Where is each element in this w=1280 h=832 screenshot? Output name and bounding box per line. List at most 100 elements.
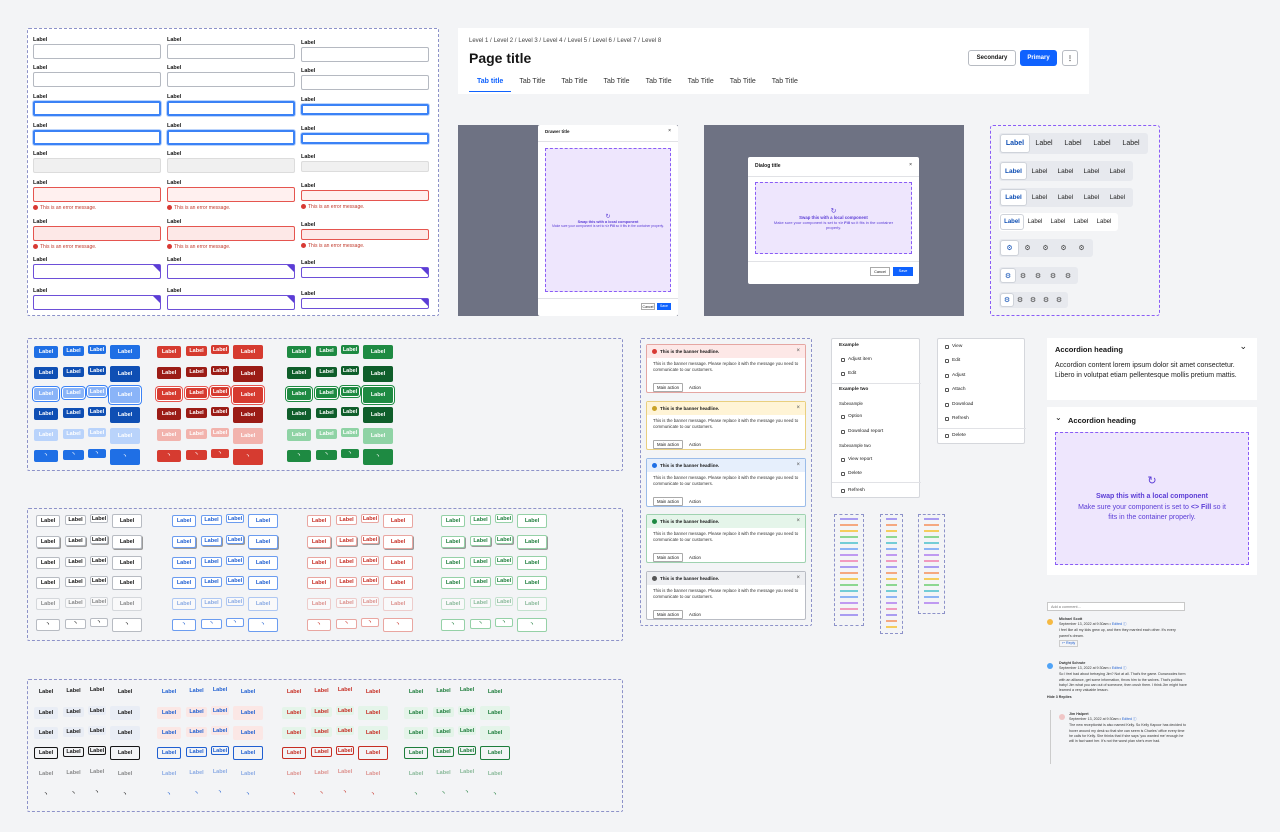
label-button[interactable]: Label [65, 536, 86, 546]
label-button[interactable]: Label [201, 557, 222, 567]
label-button[interactable]: Label [383, 556, 413, 570]
label-button[interactable]: Label [110, 387, 140, 403]
label-button[interactable]: Label [316, 367, 337, 377]
loading-button[interactable]: ◝ [458, 788, 476, 797]
label-button[interactable]: Label [311, 747, 332, 757]
label-button[interactable]: Label [110, 345, 140, 359]
menu-item[interactable]: Attach [945, 387, 966, 392]
gear-icon[interactable]: ⚙ [1037, 241, 1054, 255]
label-button[interactable]: Label [65, 598, 86, 608]
label-button[interactable]: Label [336, 515, 357, 525]
text-input[interactable] [301, 229, 429, 240]
label-button[interactable]: Label [34, 727, 58, 739]
label-button[interactable]: Label [186, 429, 207, 439]
text-input[interactable] [301, 161, 429, 172]
loading-button[interactable]: ◝ [316, 450, 337, 460]
label-button[interactable]: Label [287, 367, 311, 379]
action-link[interactable]: Action [689, 385, 701, 390]
menu-item[interactable]: Refresh [841, 488, 865, 493]
text-input[interactable] [167, 101, 295, 116]
label-button[interactable]: Label [211, 366, 229, 375]
label-button[interactable]: Label [63, 707, 84, 717]
label-button[interactable]: Label [211, 407, 229, 416]
label-button[interactable]: Label [233, 706, 263, 720]
label-button[interactable]: Label [211, 685, 229, 694]
label-button[interactable]: Label [311, 686, 332, 696]
label-button[interactable]: Label [287, 408, 311, 420]
label-button[interactable]: Label [441, 577, 465, 589]
label-button[interactable]: Label [336, 767, 354, 776]
label-button[interactable]: Label [157, 346, 181, 358]
gear-icon[interactable]: ⚙ [1053, 294, 1065, 306]
close-icon[interactable]: × [796, 348, 800, 354]
cancel-button[interactable]: Cancel [870, 267, 890, 276]
label-button[interactable]: Label [404, 686, 428, 698]
label-button[interactable]: Label [248, 514, 278, 528]
label-button[interactable]: Label [470, 536, 491, 546]
label-button[interactable]: Label [336, 536, 357, 546]
accordion-heading[interactable]: Accordion heading [1055, 345, 1123, 354]
label-button[interactable]: Label [470, 557, 491, 567]
label-button[interactable]: Label [90, 535, 108, 544]
breadcrumb-item[interactable]: Level 2 / [494, 38, 517, 44]
label-button[interactable]: Label [358, 767, 388, 781]
label-button[interactable]: Label [480, 726, 510, 740]
loading-button[interactable]: ◝ [517, 618, 547, 632]
segment-option[interactable]: Label [1079, 190, 1104, 205]
label-button[interactable]: Label [157, 727, 181, 739]
label-button[interactable]: Label [157, 367, 181, 379]
segment-option[interactable]: Label [1030, 135, 1058, 152]
breadcrumb-item[interactable]: Level 4 / [543, 38, 566, 44]
label-button[interactable]: Label [186, 388, 207, 398]
label-button[interactable]: Label [186, 346, 207, 356]
label-button[interactable]: Label [36, 515, 60, 527]
text-input[interactable] [33, 187, 161, 202]
loading-button[interactable]: ◝ [186, 450, 207, 460]
segment-option[interactable]: Label [1088, 135, 1116, 152]
label-button[interactable]: Label [495, 556, 513, 565]
reply-button[interactable]: ↩ Reply [1059, 639, 1079, 648]
menu-item[interactable]: View report [841, 457, 872, 462]
loading-button[interactable]: ◝ [112, 618, 142, 632]
segment-option[interactable]: Label [1105, 190, 1130, 205]
label-button[interactable]: Label [186, 367, 207, 377]
label-button[interactable]: Label [248, 556, 278, 570]
loading-button[interactable]: ◝ [65, 619, 86, 629]
loading-button[interactable]: ◝ [157, 450, 181, 462]
loading-button[interactable]: ◝ [157, 789, 181, 801]
label-button[interactable]: Label [36, 536, 60, 548]
gear-icon[interactable]: ⚙ [1001, 269, 1015, 282]
action-link[interactable]: Action [689, 499, 701, 504]
loading-button[interactable]: ◝ [470, 619, 491, 629]
label-button[interactable]: Label [211, 345, 229, 354]
gear-icon[interactable]: ⚙ [1001, 241, 1018, 255]
label-button[interactable]: Label [211, 746, 229, 755]
action-link[interactable]: Action [689, 612, 701, 617]
label-button[interactable]: Label [201, 598, 222, 608]
label-button[interactable]: Label [383, 597, 413, 611]
label-button[interactable]: Label [233, 345, 263, 359]
label-button[interactable]: Label [34, 388, 58, 400]
label-button[interactable]: Label [307, 515, 331, 527]
label-button[interactable]: Label [433, 768, 454, 778]
text-input[interactable] [301, 104, 429, 115]
label-button[interactable]: Label [458, 685, 476, 694]
label-button[interactable]: Label [88, 428, 106, 437]
text-input[interactable] [167, 72, 295, 87]
label-button[interactable]: Label [282, 686, 306, 698]
label-button[interactable]: Label [363, 428, 393, 444]
text-input[interactable] [301, 190, 429, 201]
loading-button[interactable]: ◝ [110, 788, 140, 802]
segment-option[interactable]: Label [1024, 215, 1046, 229]
loading-button[interactable]: ◝ [36, 619, 60, 631]
text-input[interactable] [33, 264, 161, 279]
gear-icon[interactable]: ⚙ [1014, 294, 1026, 306]
segment-option[interactable]: Label [1001, 215, 1023, 229]
label-button[interactable]: Label [233, 407, 263, 423]
label-button[interactable]: Label [363, 345, 393, 359]
label-button[interactable]: Label [336, 557, 357, 567]
label-button[interactable]: Label [34, 429, 58, 441]
label-button[interactable]: Label [90, 514, 108, 523]
breadcrumb-item[interactable]: Level 3 / [518, 38, 541, 44]
segment-option[interactable]: Label [1070, 215, 1092, 229]
